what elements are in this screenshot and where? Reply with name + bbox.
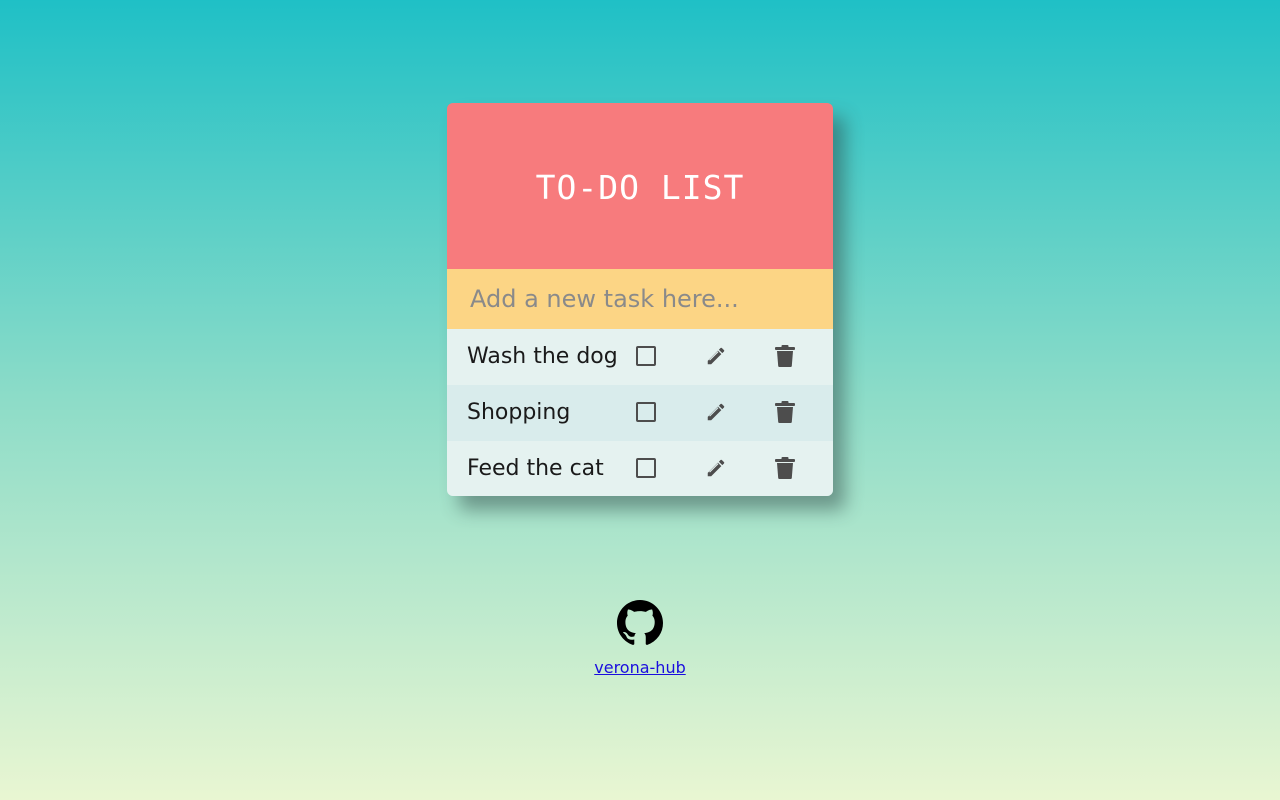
pencil-icon	[707, 347, 725, 365]
github-icon[interactable]	[617, 600, 663, 646]
task-text: Feed the cat	[467, 456, 604, 481]
trash-icon	[775, 401, 795, 423]
trash-icon	[775, 345, 795, 367]
delete-button[interactable]	[772, 399, 798, 425]
task-list: Wash the dog Shopping Feed the cat	[447, 329, 833, 496]
task-row: Feed the cat	[447, 441, 833, 496]
todo-card: TO-DO LIST Wash the dog	[447, 103, 833, 496]
pencil-icon	[707, 459, 725, 477]
task-checkbox[interactable]	[636, 458, 656, 478]
trash-icon	[775, 457, 795, 479]
edit-button[interactable]	[703, 455, 729, 481]
footer: verona-hub	[0, 600, 1280, 677]
task-text: Shopping	[467, 400, 571, 425]
delete-button[interactable]	[772, 343, 798, 369]
new-task-input[interactable]	[447, 269, 833, 329]
new-task-bar	[447, 269, 833, 329]
card-header: TO-DO LIST	[447, 103, 833, 269]
task-checkbox[interactable]	[636, 346, 656, 366]
task-row: Wash the dog	[447, 329, 833, 385]
page-title: TO-DO LIST	[535, 167, 745, 207]
task-row: Shopping	[447, 385, 833, 441]
github-link[interactable]: verona-hub	[0, 658, 1280, 677]
pencil-icon	[707, 403, 725, 421]
edit-button[interactable]	[703, 399, 729, 425]
task-checkbox[interactable]	[636, 402, 656, 422]
delete-button[interactable]	[772, 455, 798, 481]
edit-button[interactable]	[703, 343, 729, 369]
task-text: Wash the dog	[467, 344, 618, 369]
